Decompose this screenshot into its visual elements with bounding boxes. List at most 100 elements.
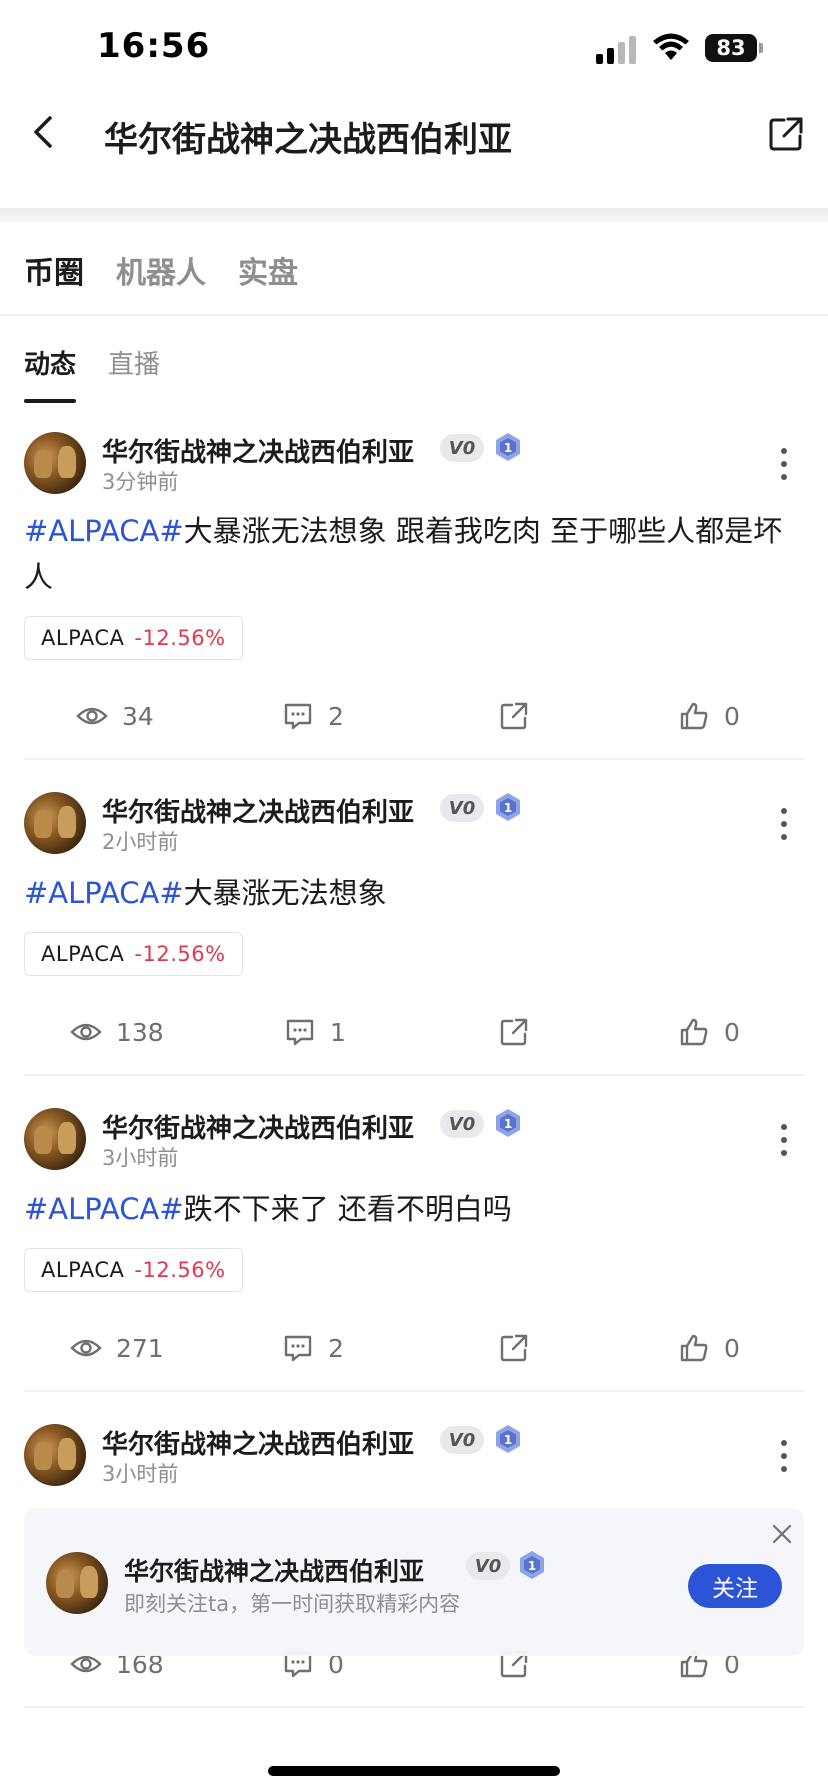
- avatar[interactable]: [24, 792, 86, 854]
- tab-robot[interactable]: 机器人: [116, 248, 206, 292]
- share-post-icon: [500, 1018, 528, 1046]
- coin-change: -12.56%: [134, 626, 226, 650]
- more-options-icon[interactable]: [780, 1124, 788, 1160]
- follow-subtitle: 即刻关注ta，第一时间获取精彩内容: [124, 1592, 461, 1616]
- tab-live-trading[interactable]: 实盘: [238, 248, 298, 292]
- author-name[interactable]: 华尔街战神之决战西伯利亚: [102, 1108, 414, 1145]
- author-name[interactable]: 华尔街战神之决战西伯利亚: [102, 1424, 414, 1461]
- share-icon[interactable]: [766, 114, 806, 154]
- coin-chip[interactable]: ALPACA -12.56%: [24, 616, 243, 660]
- hashtag-link[interactable]: #ALPACA#: [24, 1192, 184, 1226]
- views-stat: 138: [70, 1016, 164, 1048]
- thumbs-up-icon: [680, 1018, 708, 1046]
- views-count: 34: [122, 701, 154, 731]
- post-actions: 34 2 0: [0, 700, 828, 740]
- post-divider: [24, 1074, 804, 1076]
- eye-icon: [70, 1023, 102, 1041]
- coin-name: ALPACA: [41, 942, 125, 966]
- cellular-signal-icon: [596, 34, 640, 64]
- main-tabs: 币圈 机器人 实盘: [24, 248, 298, 292]
- thumbs-up-icon: [680, 1334, 708, 1362]
- level-number: 1: [504, 1433, 512, 1447]
- level-badge-icon: 1: [496, 793, 520, 821]
- vip-badge: V0: [440, 1426, 484, 1454]
- like-button[interactable]: 0: [678, 700, 740, 732]
- post-divider: [24, 1706, 804, 1708]
- coin-change: -12.56%: [134, 942, 226, 966]
- tab-livestream[interactable]: 直播: [108, 344, 160, 403]
- page-title: 华尔街战神之决战西伯利亚: [104, 120, 512, 160]
- level-number: 1: [504, 441, 512, 455]
- coin-chip[interactable]: ALPACA -12.56%: [24, 932, 243, 976]
- follow-prompt-card: 华尔街战神之决战西伯利亚 V0 1 即刻关注ta，第一时间获取精彩内容 关注: [24, 1508, 804, 1656]
- comments-count: 2: [328, 1333, 344, 1363]
- hashtag-link[interactable]: #ALPACA#: [24, 876, 184, 910]
- status-time: 16:56: [97, 26, 211, 66]
- level-badge-icon: 1: [496, 1425, 520, 1453]
- comment-button[interactable]: 1: [284, 1016, 346, 1048]
- author-name[interactable]: 华尔街战神之决战西伯利亚: [102, 432, 414, 469]
- eye-icon: [70, 1339, 102, 1357]
- likes-count: 0: [724, 701, 740, 731]
- vip-badge: V0: [466, 1552, 510, 1580]
- tabs-divider: [0, 314, 828, 316]
- level-badge-icon: 1: [520, 1551, 544, 1579]
- level-badge-icon: 1: [496, 1109, 520, 1137]
- level-number: 1: [504, 801, 512, 815]
- eye-icon: [76, 707, 108, 725]
- like-button[interactable]: 0: [678, 1332, 740, 1364]
- comment-icon: [284, 703, 312, 730]
- post-divider: [24, 758, 804, 760]
- share-post-icon: [500, 702, 528, 730]
- thumbs-up-icon: [680, 702, 708, 730]
- sub-tabs: 动态 直播: [24, 344, 160, 403]
- battery-icon: 83: [705, 34, 757, 62]
- comment-icon: [286, 1019, 314, 1046]
- post-content[interactable]: #ALPACA#大暴涨无法想象: [24, 870, 804, 916]
- views-stat: 34: [76, 700, 154, 732]
- like-button[interactable]: 0: [678, 1016, 740, 1048]
- coin-chip[interactable]: ALPACA -12.56%: [24, 1248, 243, 1292]
- post-time: 3小时前: [102, 1146, 179, 1170]
- avatar[interactable]: [24, 1108, 86, 1170]
- author-name[interactable]: 华尔街战神之决战西伯利亚: [102, 792, 414, 829]
- follow-button[interactable]: 关注: [688, 1564, 782, 1608]
- comments-count: 2: [328, 701, 344, 731]
- post-content[interactable]: #ALPACA#跌不下来了 还看不明白吗: [24, 1186, 804, 1232]
- avatar[interactable]: [24, 432, 86, 494]
- likes-count: 0: [724, 1017, 740, 1047]
- post-time: 2小时前: [102, 830, 179, 854]
- share-post-button[interactable]: [498, 1332, 530, 1364]
- level-number: 1: [528, 1559, 536, 1573]
- views-count: 138: [116, 1017, 164, 1047]
- post-content[interactable]: #ALPACA#大暴涨无法想象 跟着我吃肉 至于哪些人都是坏人: [24, 508, 804, 600]
- level-number: 1: [504, 1117, 512, 1131]
- close-icon[interactable]: [770, 1522, 794, 1546]
- coin-change: -12.56%: [134, 1258, 226, 1282]
- post-actions: 138 1 0: [0, 1016, 828, 1056]
- avatar[interactable]: [46, 1552, 108, 1614]
- post-time: 3分钟前: [102, 470, 179, 494]
- more-options-icon[interactable]: [780, 808, 788, 844]
- comment-icon: [284, 1335, 312, 1362]
- follow-author-name: 华尔街战神之决战西伯利亚: [124, 1557, 425, 1586]
- more-options-icon[interactable]: [780, 1440, 788, 1476]
- home-indicator[interactable]: [268, 1766, 560, 1776]
- avatar[interactable]: [24, 1424, 86, 1486]
- views-stat: 271: [70, 1332, 164, 1364]
- header-divider: [0, 208, 828, 222]
- tab-feed[interactable]: 动态: [24, 344, 77, 403]
- more-options-icon[interactable]: [780, 448, 788, 484]
- likes-count: 0: [724, 1333, 740, 1363]
- tab-crypto[interactable]: 币圈: [24, 248, 84, 292]
- vip-badge: V0: [440, 434, 484, 462]
- post-time: 3小时前: [102, 1462, 179, 1486]
- back-icon[interactable]: [28, 110, 58, 154]
- comment-button[interactable]: 2: [282, 700, 344, 732]
- comment-button[interactable]: 2: [282, 1332, 344, 1364]
- share-post-icon: [500, 1334, 528, 1362]
- hashtag-link[interactable]: #ALPACA#: [24, 514, 184, 548]
- share-post-button[interactable]: [498, 700, 530, 732]
- post-body: 跌不下来了 还看不明白吗: [183, 1192, 512, 1226]
- share-post-button[interactable]: [498, 1016, 530, 1048]
